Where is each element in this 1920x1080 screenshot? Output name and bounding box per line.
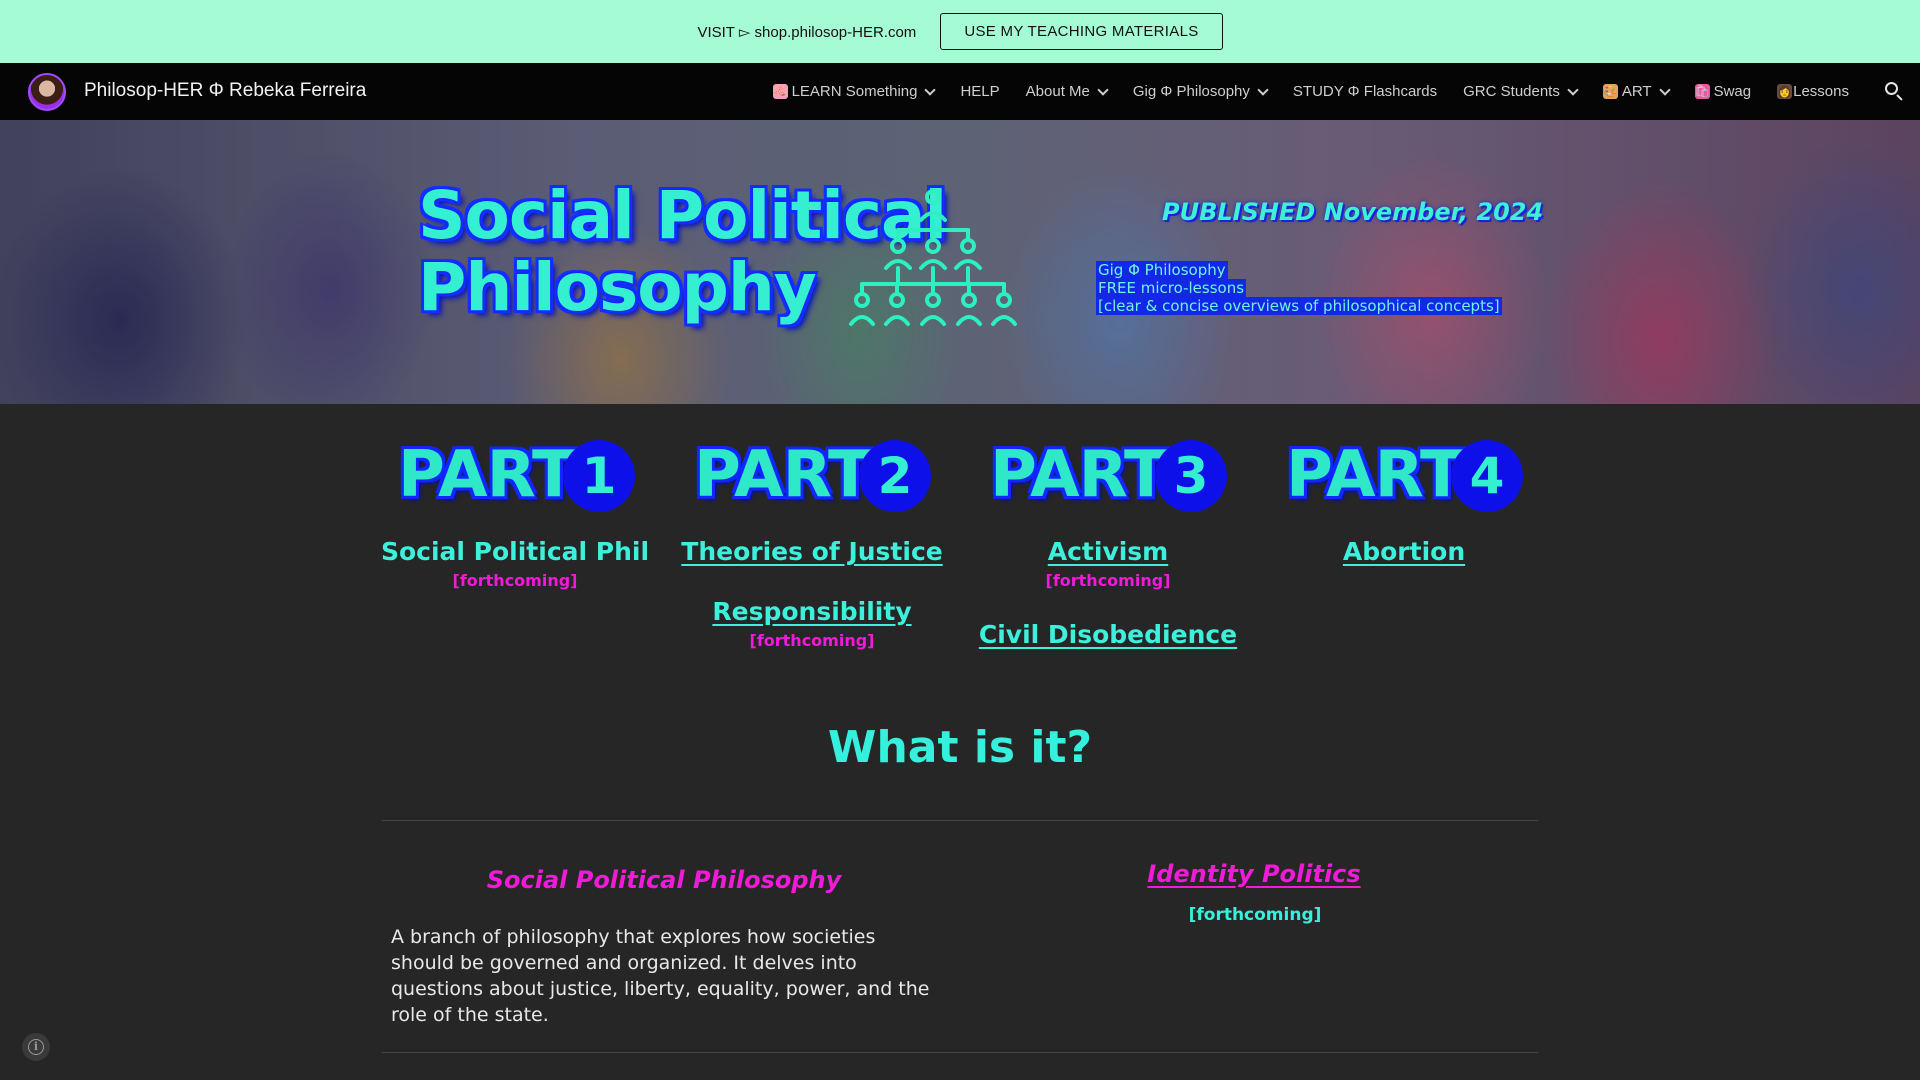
nav-item-label: STUDY Φ Flashcards <box>1292 83 1438 100</box>
teacher-icon: 👩 <box>1777 84 1793 99</box>
activism-link[interactable]: Activism <box>948 537 1268 566</box>
chevron-down-icon <box>1658 83 1671 96</box>
theories-of-justice-link[interactable]: Theories of Justice <box>652 537 972 566</box>
what-is-it-heading: What is it? <box>827 722 1093 773</box>
abortion-link[interactable]: Abortion <box>1244 537 1564 566</box>
info-button[interactable]: i <box>22 1033 50 1061</box>
civil-disobedience-link[interactable]: Civil Disobedience <box>948 620 1268 649</box>
nav-item-label: Lessons <box>1793 83 1849 100</box>
top-nav: Philosop-HER Φ Rebeka Ferreira 🧠 LEARN S… <box>0 63 1920 120</box>
nav-item-label: LEARN Something <box>791 83 918 100</box>
nav-item-study-flashcards[interactable]: STUDY Φ Flashcards <box>1280 63 1450 120</box>
divider <box>382 820 1538 821</box>
forthcoming-label: [forthcoming] <box>452 571 578 590</box>
nav-item-label: GRC Students <box>1463 83 1560 100</box>
part-2-badge: PART 2 <box>694 438 934 514</box>
nav-item-label: ART <box>1621 83 1652 100</box>
nav-item-label: HELP <box>960 83 1000 100</box>
published-date: PUBLISHED November, 2024 <box>1162 198 1544 226</box>
forthcoming-label: [forthcoming] <box>1045 571 1171 590</box>
shopping-bags-icon: 🛍 <box>1694 84 1710 99</box>
brain-icon: 🧠 <box>772 84 788 99</box>
chevron-down-icon <box>1567 83 1579 96</box>
hero-subtitle: Gig Φ Philosophy FREE micro-lessons [cle… <box>1096 261 1502 315</box>
identity-politics-link[interactable]: Identity Politics <box>1080 860 1428 888</box>
nav-item-lessons[interactable]: 👩 Lessons <box>1764 63 1862 120</box>
announcement-bar: VISIT ▻ shop.philosop-HER.com USE MY TEA… <box>0 0 1920 63</box>
site-title[interactable]: Philosop-HER Φ Rebeka Ferreira <box>84 80 366 102</box>
part-4-badge: PART 4 <box>1286 438 1526 514</box>
info-icon: i <box>28 1039 44 1055</box>
nav-item-about-me[interactable]: About Me <box>1013 63 1120 120</box>
teaching-materials-button[interactable]: USE MY TEACHING MATERIALS <box>940 13 1223 50</box>
part-number: 2 <box>859 440 931 512</box>
forthcoming-label: [forthcoming] <box>749 631 875 650</box>
part-3-badge: PART 3 <box>990 438 1230 514</box>
chevron-down-icon <box>924 83 937 96</box>
nav-menu: 🧠 LEARN Something HELP About Me Gig Φ Ph… <box>760 63 1862 120</box>
chevron-down-icon <box>1257 83 1269 96</box>
nav-item-swag[interactable]: 🛍 Swag <box>1682 63 1765 120</box>
part-word: PART <box>694 438 872 512</box>
nav-item-gig-philosophy[interactable]: Gig Φ Philosophy <box>1120 63 1280 120</box>
nav-item-learn-something[interactable]: 🧠 LEARN Something <box>760 63 948 120</box>
nav-item-grc-students[interactable]: GRC Students <box>1450 63 1590 120</box>
nav-item-label: Swag <box>1713 83 1752 100</box>
nav-item-label: Gig Φ Philosophy <box>1132 83 1250 100</box>
nav-item-art[interactable]: 🎨 ART <box>1590 63 1682 120</box>
part-word: PART <box>990 438 1168 512</box>
responsibility-link[interactable]: Responsibility <box>652 597 972 626</box>
part-number: 4 <box>1451 440 1523 512</box>
announcement-text: VISIT ▻ shop.philosop-HER.com <box>697 23 917 41</box>
divider <box>382 1052 1538 1053</box>
nav-item-label: About Me <box>1025 83 1090 100</box>
part-word: PART <box>1286 438 1464 512</box>
part-1-badge: PART 1 <box>398 438 638 514</box>
forthcoming-label: [forthcoming] <box>1188 905 1322 925</box>
palette-icon: 🎨 <box>1602 84 1618 99</box>
part-word: PART <box>398 438 576 512</box>
part-number: 3 <box>1155 440 1227 512</box>
definition-body: A branch of philosophy that explores how… <box>391 926 930 1026</box>
search-icon[interactable] <box>1884 81 1904 101</box>
hero-subtitle-line-1: Gig Φ Philosophy <box>1096 261 1228 279</box>
nav-item-help[interactable]: HELP <box>947 63 1012 120</box>
part-number: 1 <box>563 440 635 512</box>
site-avatar[interactable] <box>28 73 66 111</box>
hero-subtitle-line-2: FREE micro-lessons <box>1096 279 1247 297</box>
hierarchy-icon <box>849 189 1017 326</box>
chevron-down-icon <box>1097 83 1109 96</box>
definition-title: Social Political Philosophy <box>486 866 842 894</box>
hero-subtitle-line-3: [clear & concise overviews of philosophi… <box>1096 297 1502 315</box>
hero-banner: Social Political Philosophy PUBLISHED No… <box>0 120 1920 404</box>
social-political-phil-title: Social Political Phil <box>380 537 650 566</box>
